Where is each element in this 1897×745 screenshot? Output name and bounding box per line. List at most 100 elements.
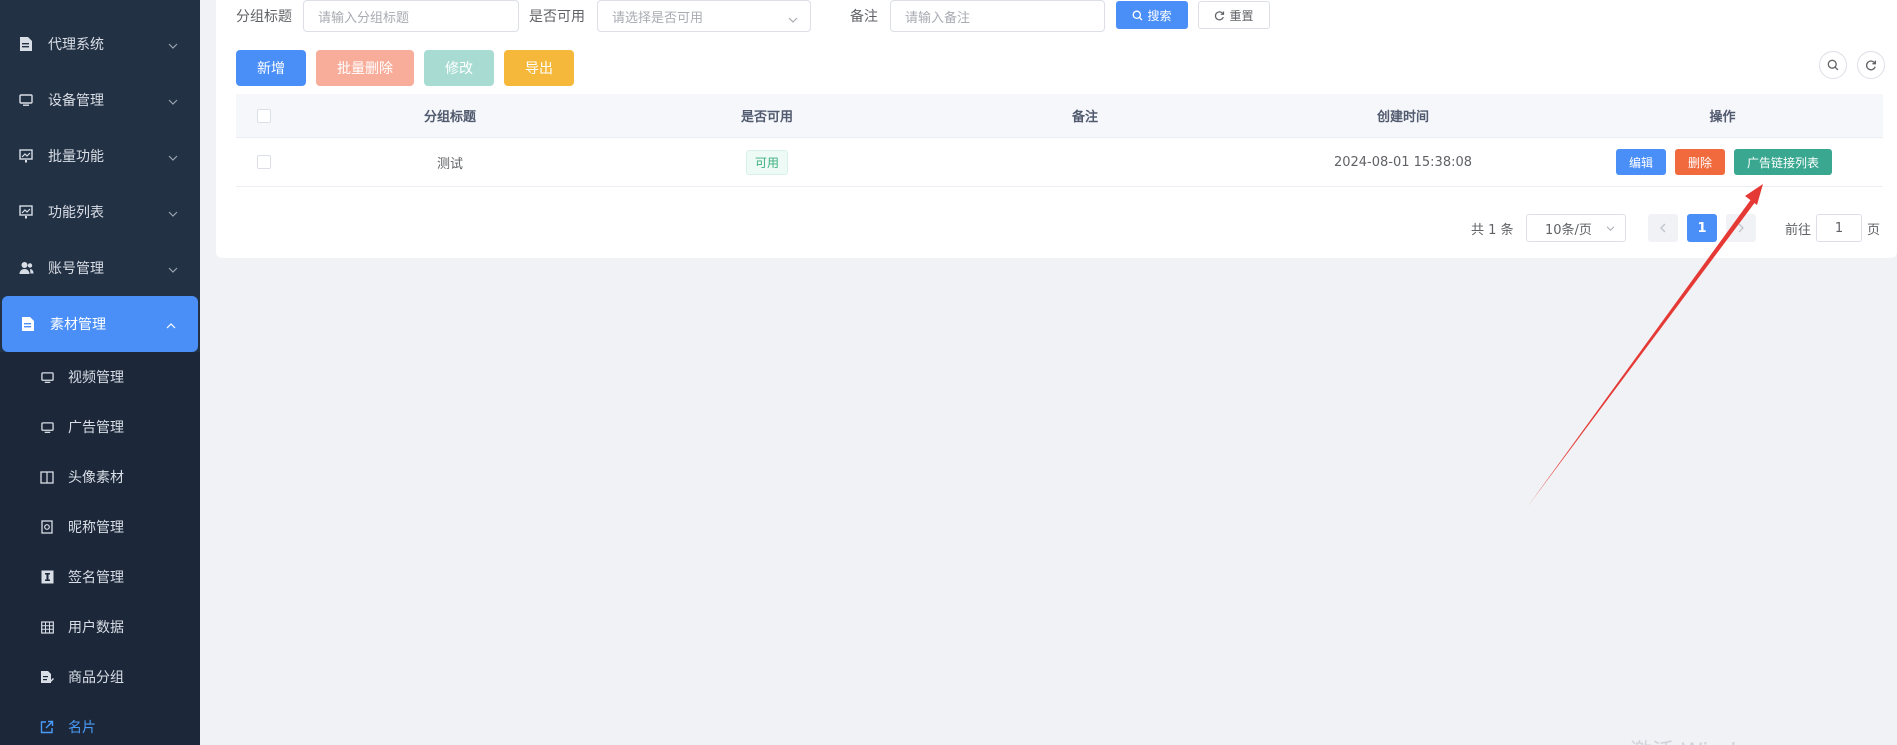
sidebar-item-device-management[interactable]: 设备管理 <box>0 72 200 128</box>
monitor-chart-icon <box>18 204 34 220</box>
chevron-down-icon <box>1606 225 1615 232</box>
search-icon <box>1132 10 1143 21</box>
sidebar-item-label: 签名管理 <box>68 570 124 586</box>
monitor-chart-icon <box>18 148 34 164</box>
delete-button[interactable]: 删除 <box>1675 149 1725 175</box>
search-icon <box>1827 59 1839 71</box>
search-button[interactable]: 搜索 <box>1116 1 1188 29</box>
circle-frame-icon <box>40 520 54 534</box>
doc-edit-icon <box>40 670 54 684</box>
page-suffix-label: 页 <box>1867 223 1881 238</box>
refresh-icon <box>1214 10 1225 21</box>
sidebar-item-label: 账号管理 <box>48 261 104 277</box>
sidebar-item-avatar-material[interactable]: 头像素材 <box>0 452 200 502</box>
sidebar-item-ad-management[interactable]: 广告管理 <box>0 402 200 452</box>
sidebar-item-nickname-management[interactable]: 昵称管理 <box>0 502 200 552</box>
select-all-checkbox[interactable] <box>257 108 271 123</box>
status-badge: 可用 <box>745 149 788 175</box>
sidebar-item-function-list[interactable]: 功能列表 <box>0 184 200 240</box>
sidebar-item-user-data[interactable]: 用户数据 <box>0 602 200 652</box>
users-icon <box>18 260 34 276</box>
windows-activation-watermark: 激活 Windows <box>1630 734 1779 745</box>
group-title-placeholder: 请输入分组标题 <box>318 10 410 26</box>
sidebar-item-label: 代理系统 <box>48 37 104 53</box>
ad-links-list-button[interactable]: 广告链接列表 <box>1734 149 1832 175</box>
toggle-search-button[interactable] <box>1819 51 1847 79</box>
modify-button[interactable]: 修改 <box>424 50 494 86</box>
book-icon <box>40 470 54 484</box>
grid-icon <box>40 620 54 634</box>
group-title-label: 分组标题 <box>236 9 292 25</box>
sidebar-item-label: 批量功能 <box>48 149 104 165</box>
sidebar-item-label: 设备管理 <box>48 93 104 109</box>
chevron-down-icon <box>168 151 178 167</box>
sidebar-item-business-card[interactable]: 名片 <box>0 702 200 745</box>
select-all-cell <box>236 94 292 137</box>
monitor-icon <box>18 92 34 108</box>
cell-created: 2024-08-01 15:38:08 <box>1333 154 1473 170</box>
sidebar-item-label: 名片 <box>68 720 96 736</box>
page-size-value: 10条/页 <box>1545 222 1592 238</box>
chevron-down-icon <box>788 13 798 28</box>
sidebar-item-signature-management[interactable]: 签名管理 <box>0 552 200 602</box>
edit-button[interactable]: 编辑 <box>1616 149 1666 175</box>
column-header-enabled[interactable]: 是否可用 <box>608 94 926 137</box>
sidebar-item-account-management[interactable]: 账号管理 <box>0 240 200 296</box>
sidebar-item-label: 用户数据 <box>68 620 124 636</box>
document-icon <box>20 316 36 332</box>
sidebar-item-label: 商品分组 <box>68 670 124 686</box>
chevron-left-icon <box>1659 223 1667 233</box>
refresh-table-button[interactable] <box>1857 51 1885 79</box>
enabled-select[interactable]: 请选择是否可用 <box>597 0 811 32</box>
enabled-label: 是否可用 <box>529 9 585 25</box>
sidebar-item-label: 广告管理 <box>68 420 124 436</box>
add-button[interactable]: 新增 <box>236 50 306 86</box>
refresh-icon <box>1865 59 1877 71</box>
sidebar-item-label: 视频管理 <box>68 370 124 386</box>
column-header-actions: 操作 <box>1709 110 1736 125</box>
sidebar: 代理系统 设备管理 批量功能 功能列表 账号管理 素材管理 视频管理 广告管理 … <box>0 0 200 745</box>
sidebar-item-label: 头像素材 <box>68 470 124 486</box>
sidebar-item-label: 昵称管理 <box>68 520 124 536</box>
sidebar-item-label: 素材管理 <box>50 317 106 333</box>
remark-input[interactable]: 请输入备注 <box>890 0 1105 32</box>
chevron-down-icon <box>168 263 178 279</box>
page-size-select[interactable]: 10条/页 <box>1526 214 1626 242</box>
row-select-cell <box>236 138 292 186</box>
remark-placeholder: 请输入备注 <box>905 10 971 26</box>
goto-page-input[interactable]: 1 <box>1816 214 1862 242</box>
external-link-icon <box>40 720 54 734</box>
row-checkbox[interactable] <box>257 155 271 169</box>
column-header-title[interactable]: 分组标题 <box>292 94 608 137</box>
reset-button[interactable]: 重置 <box>1198 1 1270 29</box>
table-header: 分组标题 是否可用 备注 创建时间 操作 <box>236 94 1883 138</box>
group-title-input[interactable]: 请输入分组标题 <box>303 0 519 32</box>
enabled-placeholder: 请选择是否可用 <box>612 10 704 26</box>
remark-label: 备注 <box>850 9 878 25</box>
column-header-remark[interactable]: 备注 <box>926 94 1244 137</box>
export-button[interactable]: 导出 <box>504 50 574 86</box>
chevron-down-icon <box>168 39 178 55</box>
chevron-down-icon <box>168 207 178 223</box>
prev-page-button[interactable] <box>1648 214 1678 242</box>
sidebar-item-label: 功能列表 <box>48 205 104 221</box>
batch-delete-button[interactable]: 批量删除 <box>316 50 414 86</box>
sidebar-item-batch-functions[interactable]: 批量功能 <box>0 128 200 184</box>
page-number-current[interactable]: 1 <box>1687 214 1717 242</box>
sidebar-item-product-group[interactable]: 商品分组 <box>0 652 200 702</box>
monitor-icon <box>40 420 54 434</box>
chevron-down-icon <box>168 95 178 111</box>
cell-title: 测试 <box>436 156 463 172</box>
search-button-label: 搜索 <box>1147 8 1172 23</box>
sidebar-item-agent-system[interactable]: 代理系统 <box>0 16 200 72</box>
chevron-right-icon <box>1737 223 1745 233</box>
goto-label: 前往 <box>1785 223 1812 238</box>
cell-remark <box>926 138 1244 186</box>
monitor-icon <box>40 370 54 384</box>
next-page-button[interactable] <box>1726 214 1756 242</box>
sidebar-item-material-management[interactable]: 素材管理 <box>2 296 198 352</box>
cell-enabled: 可用 <box>608 138 926 186</box>
pagination-total: 共 1 条 <box>1471 223 1514 238</box>
column-header-created[interactable]: 创建时间 <box>1244 94 1562 137</box>
sidebar-item-video-management[interactable]: 视频管理 <box>0 352 200 402</box>
